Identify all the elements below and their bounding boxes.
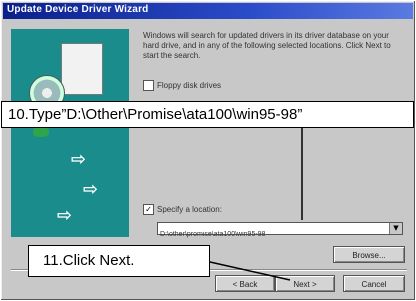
arrow-icon: ⇨: [71, 149, 87, 170]
cancel-button[interactable]: Cancel: [343, 275, 405, 292]
back-button[interactable]: < Back: [215, 275, 275, 292]
wizard-illustration: ⇨ ⇨ ⇨: [11, 29, 129, 237]
next-button[interactable]: Next >: [275, 275, 335, 292]
title-bar: Update Device Driver Wizard: [3, 3, 413, 19]
floppy-checkbox[interactable]: [143, 80, 154, 91]
arrow-icon: ⇨: [83, 179, 99, 200]
green-shape-icon: [33, 127, 49, 137]
floppy-checkbox-label: Floppy disk drives: [157, 81, 222, 90]
arrow-icon: ⇨: [57, 205, 73, 226]
document-illustration: [61, 43, 103, 95]
dropdown-arrow-icon[interactable]: ▼: [389, 223, 402, 234]
window-title: Update Device Driver Wizard: [7, 4, 149, 15]
intro-text: Windows will search for updated drivers …: [143, 31, 391, 60]
specify-location-checkbox[interactable]: ✓: [143, 204, 154, 215]
step-10-callout: 10.Type”D:\Other\Promise\ata100\win95-98…: [1, 101, 414, 128]
specify-location-label: Specify a location:: [157, 205, 222, 214]
browse-button[interactable]: Browse...: [333, 246, 405, 263]
step-11-callout: 11.Click Next.: [28, 245, 210, 277]
location-input[interactable]: [158, 229, 390, 240]
location-combobox[interactable]: ▼: [157, 222, 403, 240]
